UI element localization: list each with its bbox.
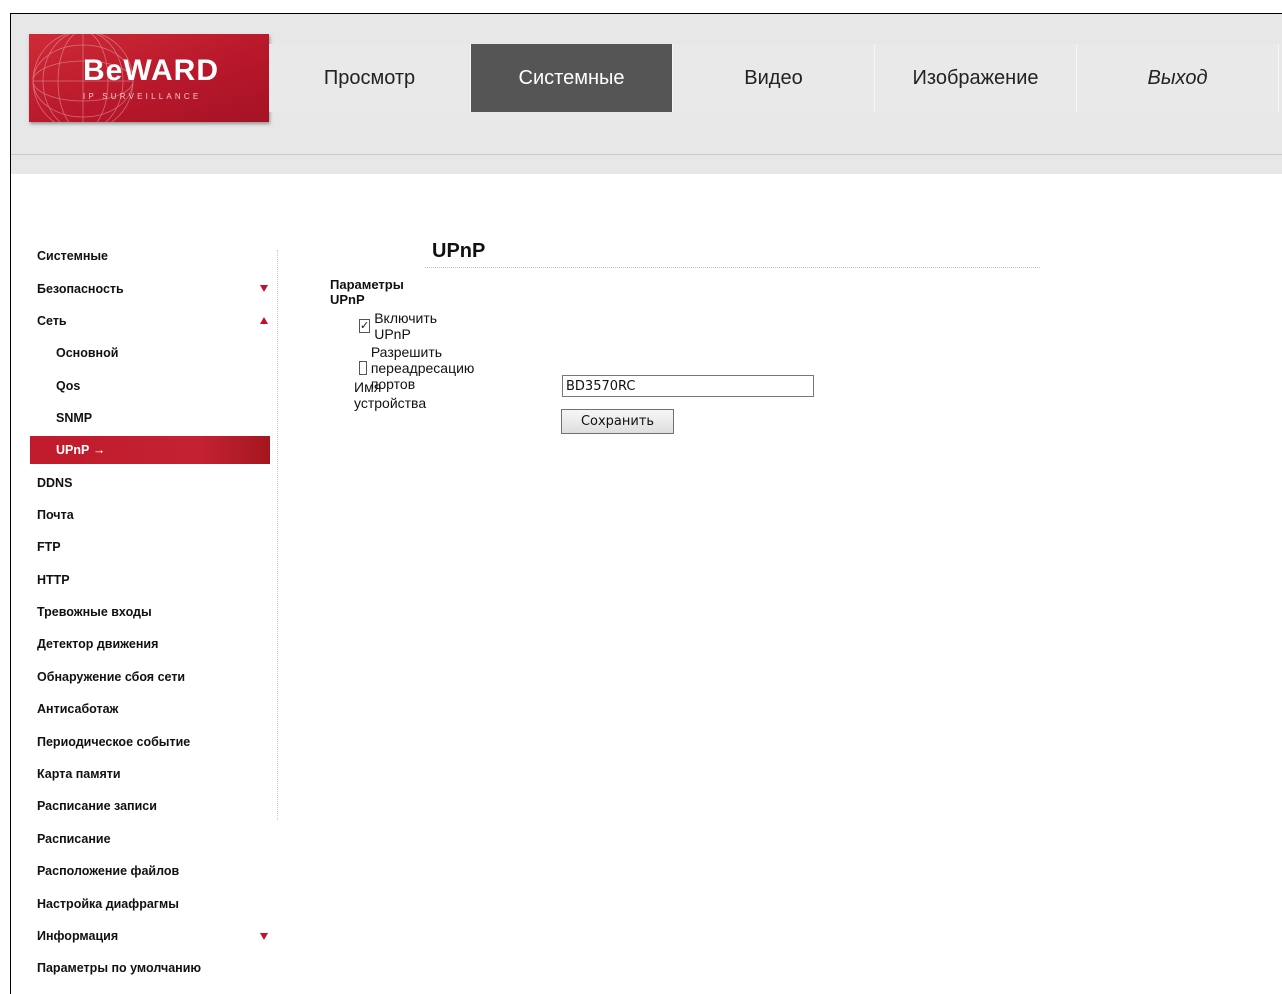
sidebar-item-file-location[interactable]: Расположение файлов [30, 855, 270, 887]
sidebar-item-information[interactable]: Информация [30, 920, 270, 952]
sidebar-menu: Системные Безопасность Сеть Основной Qos… [30, 240, 270, 985]
enable-upnp-label[interactable]: Включить UPnP [374, 310, 440, 342]
sidebar-item-label: Детектор движения [37, 637, 159, 652]
sidebar-item-system[interactable]: Системные [30, 240, 270, 272]
nav-tab-image[interactable]: Изображение [875, 44, 1077, 112]
page-title: UPnP [432, 240, 486, 262]
header-divider [11, 154, 1282, 155]
sidebar-item-periodic-event[interactable]: Периодическое событие [30, 725, 270, 757]
enable-upnp-checkbox[interactable]: ✓ [359, 319, 371, 333]
port-forwarding-checkbox[interactable] [359, 361, 367, 375]
save-button[interactable]: Сохранить [561, 409, 674, 434]
arrow-right-icon: → [92, 443, 106, 458]
sidebar-item-motion-detector[interactable]: Детектор движения [30, 628, 270, 660]
nav-tab-video[interactable]: Видео [673, 44, 875, 112]
nav-tab-logout[interactable]: Выход [1077, 44, 1279, 112]
sidebar-item-label: UPnP [56, 443, 90, 458]
sidebar-item-label: DDNS [37, 475, 73, 490]
sidebar-item-schedule[interactable]: Расписание [30, 823, 270, 855]
sidebar-item-mail[interactable]: Почта [30, 499, 270, 531]
logo-text: BeWARD [83, 54, 220, 87]
sidebar-item-record-schedule[interactable]: Расписание записи [30, 790, 270, 822]
sidebar-item-memory-card[interactable]: Карта памяти [30, 758, 270, 790]
title-divider [425, 267, 1040, 268]
sidebar-item-label: Расположение файлов [37, 864, 180, 879]
sidebar-item-label: Расписание записи [37, 799, 157, 814]
sidebar-item-label: Настройка диафрагмы [37, 896, 179, 911]
sidebar-item-label: HTTP [37, 572, 70, 587]
sidebar-item-label: Расписание [37, 831, 111, 846]
device-name-label: Имя устройства [354, 379, 427, 411]
sidebar-item-snmp[interactable]: SNMP [30, 402, 270, 434]
enable-upnp-row: ✓ Включить UPnP [359, 310, 440, 342]
sidebar-item-tamper[interactable]: Антисаботаж [30, 693, 270, 725]
sidebar-item-network-failure[interactable]: Обнаружение сбоя сети [30, 661, 270, 693]
sidebar-item-security[interactable]: Безопасность [30, 272, 270, 304]
nav-tab-view[interactable]: Просмотр [269, 44, 471, 112]
sidebar-item-label: Тревожные входы [37, 605, 152, 620]
sidebar-item-http[interactable]: HTTP [30, 564, 270, 596]
sidebar-item-iris-settings[interactable]: Настройка диафрагмы [30, 887, 270, 919]
sidebar-item-defaults[interactable]: Параметры по умолчанию [30, 952, 270, 984]
expand-arrow-down-icon [260, 285, 268, 293]
sidebar-item-label: SNMP [56, 411, 93, 426]
logo-subtitle: IP SURVEILLANCE [83, 92, 202, 101]
sidebar-item-label: Системные [37, 249, 108, 264]
sidebar-item-label: FTP [37, 540, 61, 555]
beward-logo: BeWARD IP SURVEILLANCE [29, 34, 269, 122]
nav-tab-system[interactable]: Системные [471, 44, 673, 112]
sidebar-item-label: Параметры по умолчанию [37, 961, 202, 976]
sidebar-item-upnp[interactable]: UPnP → [30, 436, 270, 465]
sidebar-divider [277, 250, 278, 820]
sidebar-item-basic[interactable]: Основной [30, 337, 270, 369]
collapse-arrow-up-icon [260, 316, 268, 324]
sidebar-item-ddns[interactable]: DDNS [30, 466, 270, 498]
sidebar-item-label: Почта [37, 507, 74, 522]
sidebar-item-label: Безопасность [37, 281, 124, 296]
sidebar-item-label: Информация [37, 929, 119, 943]
expand-arrow-down-icon [260, 932, 268, 940]
sidebar-item-alarm-inputs[interactable]: Тревожные входы [30, 596, 270, 628]
top-nav: Просмотр Системные Видео Изображение Вых… [269, 44, 1279, 112]
sidebar-item-label: Периодическое событие [37, 734, 191, 749]
sidebar-item-label: Сеть [37, 313, 67, 328]
sidebar-item-label: Карта памяти [37, 767, 121, 782]
sidebar-item-label: Антисаботаж [37, 702, 119, 717]
sidebar-item-label: Qos [56, 378, 81, 393]
sidebar-item-qos[interactable]: Qos [30, 370, 270, 402]
sidebar-item-ftp[interactable]: FTP [30, 531, 270, 563]
section-title: Параметры UPnP [330, 277, 404, 307]
sidebar-item-label: Основной [56, 346, 119, 361]
device-name-input[interactable] [562, 375, 814, 397]
sidebar-item-label: Обнаружение сбоя сети [37, 669, 186, 684]
sidebar-item-network[interactable]: Сеть [30, 305, 270, 337]
